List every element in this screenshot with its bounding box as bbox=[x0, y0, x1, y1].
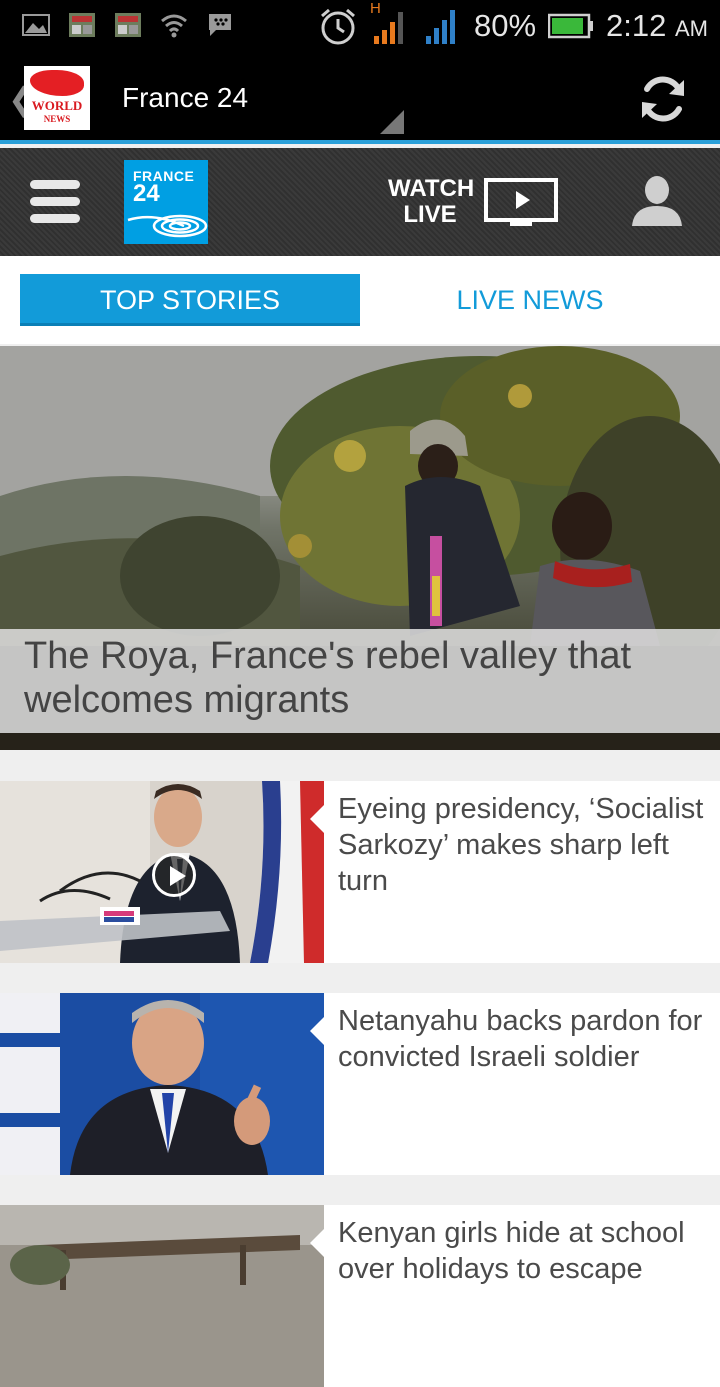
clock-time: 2:12 bbox=[606, 8, 667, 43]
battery-icon bbox=[548, 13, 594, 39]
source-title[interactable]: France 24 bbox=[122, 82, 248, 114]
refresh-icon[interactable] bbox=[636, 72, 690, 126]
signal-h-indicator: H bbox=[370, 0, 410, 46]
thumbnail-photo-kenya bbox=[0, 1205, 324, 1387]
article-thumbnail[interactable] bbox=[0, 1205, 324, 1387]
wifi-icon bbox=[161, 14, 187, 38]
signal-strength-orange-icon bbox=[373, 12, 403, 44]
article-thumbnail[interactable] bbox=[0, 781, 324, 963]
clock: 2:12 AM bbox=[606, 8, 708, 44]
thumbnail-photo-netanyahu bbox=[0, 993, 324, 1175]
dropdown-indicator-icon[interactable] bbox=[380, 110, 404, 134]
article-title[interactable]: Eyeing presidency, ‘Socialist Sarkozy’ m… bbox=[338, 791, 710, 899]
gallery-icon bbox=[22, 14, 50, 36]
notification-icons bbox=[22, 12, 234, 38]
app-bar: ❮ WORLD NEWS France 24 bbox=[0, 52, 720, 144]
article-card[interactable]: Kenyan girls hide at school over holiday… bbox=[0, 1205, 720, 1387]
world-map-icon bbox=[30, 70, 84, 96]
video-play-icon[interactable] bbox=[152, 853, 196, 897]
pointer-notch bbox=[310, 1229, 324, 1257]
logo-rings-icon bbox=[127, 214, 208, 238]
status-bar: H 80% 2:12 AM bbox=[0, 0, 720, 52]
bbm-icon bbox=[209, 14, 231, 36]
article-title[interactable]: Kenyan girls hide at school over holiday… bbox=[338, 1215, 710, 1287]
article-card[interactable]: Netanyahu backs pardon for convicted Isr… bbox=[0, 993, 720, 1175]
tv-play-icon[interactable] bbox=[484, 178, 560, 230]
channel-header bbox=[0, 148, 720, 256]
user-profile-icon[interactable] bbox=[630, 174, 684, 226]
watch-label: WATCH bbox=[388, 175, 475, 202]
pointer-notch bbox=[310, 805, 324, 833]
clock-ampm: AM bbox=[675, 16, 708, 41]
hero-story[interactable]: The Roya, France's rebel valley that wel… bbox=[0, 346, 720, 750]
signal-strength-blue-icon bbox=[425, 10, 455, 44]
battery-percent: 80% bbox=[473, 8, 537, 43]
france24-logo[interactable]: FRANCE 24 bbox=[124, 160, 208, 244]
pointer-notch bbox=[310, 1017, 324, 1045]
tab-top-stories[interactable]: TOP STORIES bbox=[20, 274, 360, 326]
alarm-icon bbox=[321, 8, 355, 45]
news-thumbnail-icon-2 bbox=[115, 13, 141, 37]
system-status: H 80% 2:12 AM bbox=[318, 0, 708, 46]
menu-icon[interactable] bbox=[30, 180, 80, 224]
article-thumbnail[interactable] bbox=[0, 993, 324, 1175]
section-tabs: TOP STORIES LIVE NEWS bbox=[0, 256, 720, 344]
logo-text-news: NEWS bbox=[43, 114, 71, 124]
news-thumbnail-icon bbox=[69, 13, 95, 37]
live-label: LIVE bbox=[403, 201, 457, 228]
world-news-logo[interactable]: WORLD NEWS bbox=[24, 66, 90, 130]
watch-live-button[interactable]: WATCH LIVE bbox=[388, 175, 475, 228]
article-card[interactable]: Eyeing presidency, ‘Socialist Sarkozy’ m… bbox=[0, 781, 720, 963]
article-title[interactable]: Netanyahu backs pardon for convicted Isr… bbox=[338, 1003, 710, 1075]
tab-live-news[interactable]: LIVE NEWS bbox=[360, 274, 700, 326]
hero-headline[interactable]: The Roya, France's rebel valley that wel… bbox=[24, 634, 704, 722]
logo-text-world: WORLD bbox=[31, 98, 83, 113]
